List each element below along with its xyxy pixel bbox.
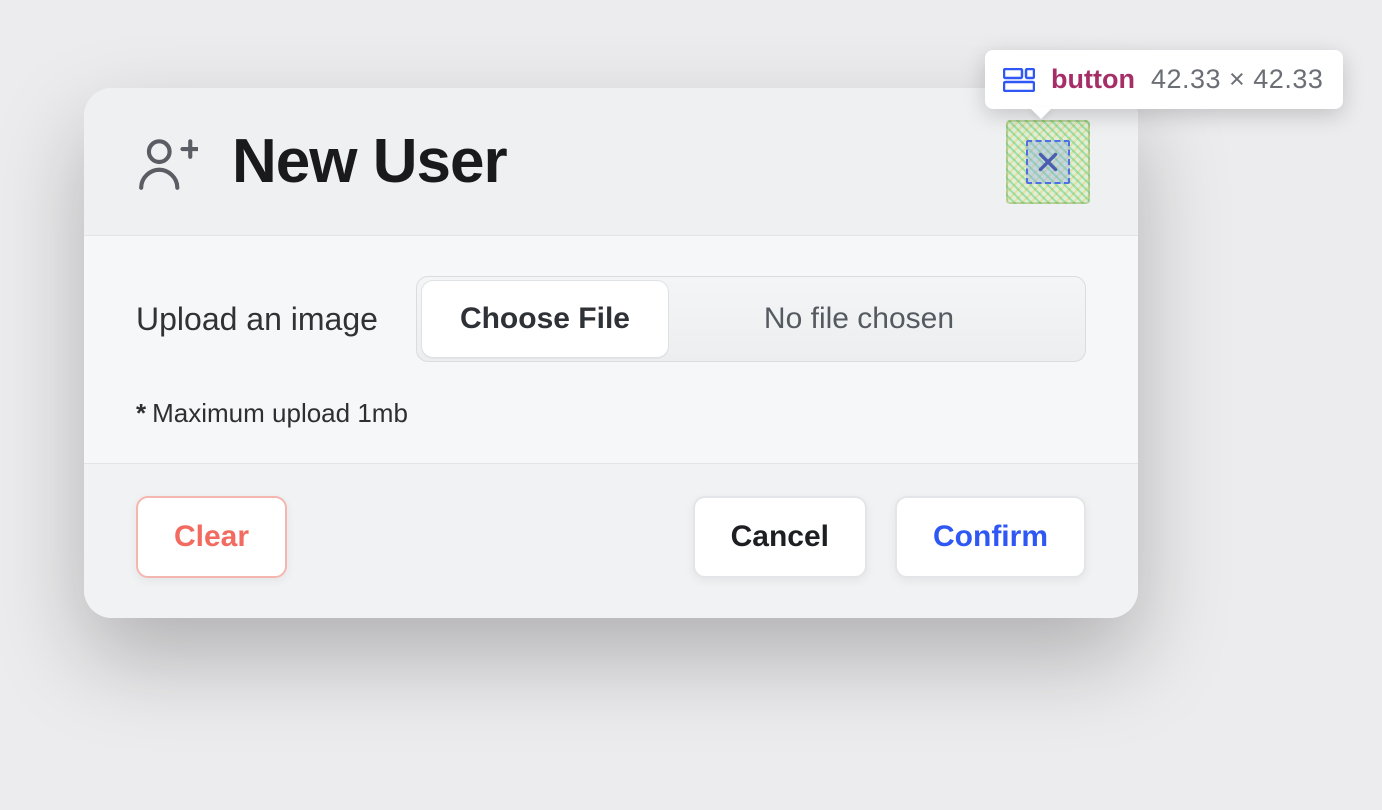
modal-body: Upload an image Choose File No file chos…: [84, 236, 1138, 464]
confirm-button[interactable]: Confirm: [895, 496, 1086, 578]
tooltip-element-tag: button: [1051, 64, 1135, 95]
close-icon: [1035, 149, 1061, 175]
hint-text: Maximum upload 1mb: [152, 398, 408, 428]
modal-header: New User: [84, 88, 1138, 236]
file-status-text: No file chosen: [673, 302, 1085, 336]
modal-title: New User: [232, 126, 507, 197]
cancel-button[interactable]: Cancel: [693, 496, 867, 578]
modal-footer: Clear Cancel Confirm: [84, 464, 1138, 618]
flex-layout-icon: [1003, 68, 1035, 92]
devtools-tooltip: button 42.33 × 42.33: [985, 50, 1343, 109]
hint-asterisk: *: [136, 398, 146, 428]
close-button[interactable]: [1026, 140, 1070, 184]
clear-button[interactable]: Clear: [136, 496, 287, 578]
new-user-modal: New User Upload an image Choose File: [84, 88, 1138, 618]
user-plus-icon: [136, 131, 198, 193]
choose-file-button[interactable]: Choose File: [421, 280, 669, 358]
upload-row: Upload an image Choose File No file chos…: [136, 276, 1086, 362]
tooltip-dimensions: 42.33 × 42.33: [1151, 64, 1323, 95]
file-input[interactable]: Choose File No file chosen: [416, 276, 1086, 362]
upload-hint: *Maximum upload 1mb: [136, 398, 1086, 429]
close-button-inspect-highlight: [1006, 120, 1090, 204]
upload-label: Upload an image: [136, 301, 378, 338]
